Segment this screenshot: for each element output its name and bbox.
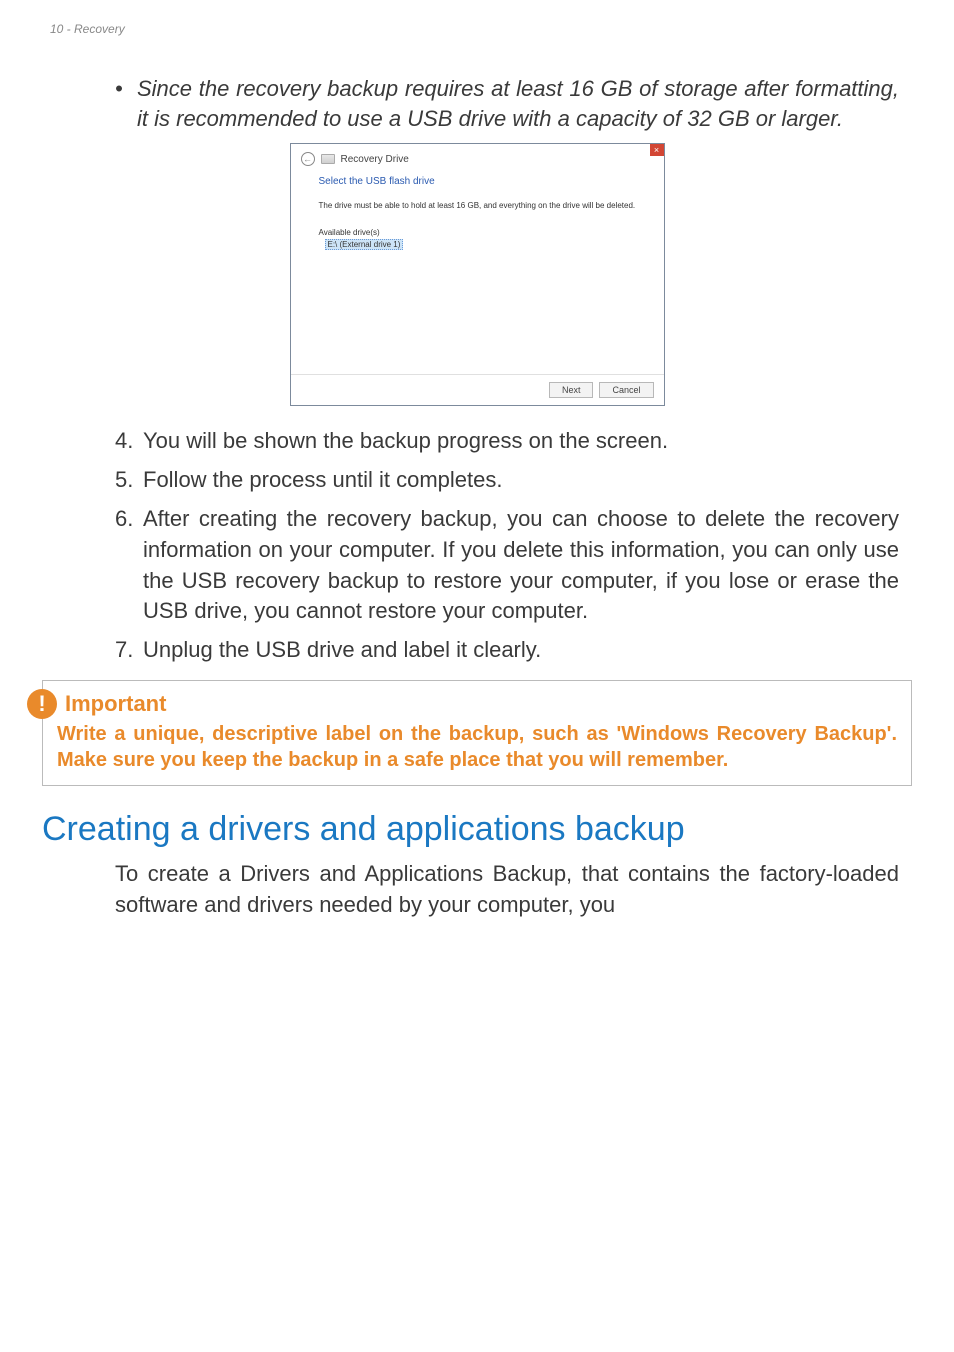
section-paragraph: To create a Drivers and Applications Bac…	[115, 859, 899, 921]
page-content: • Since the recovery backup requires at …	[0, 36, 954, 666]
exclamation-icon: !	[27, 689, 57, 719]
callout-title: Important	[65, 691, 166, 717]
list-item: 6. After creating the recovery backup, y…	[115, 504, 899, 627]
bullet-text: Since the recovery backup requires at le…	[137, 74, 899, 133]
callout-header: ! Important	[57, 689, 897, 719]
list-text: Unplug the USB drive and label it clearl…	[143, 635, 899, 666]
page-header: 10 - Recovery	[0, 0, 954, 36]
bullet-marker: •	[115, 74, 137, 133]
dialog-button-row: Next Cancel	[291, 374, 664, 405]
important-callout: ! Important Write a unique, descriptive …	[42, 680, 912, 786]
list-item: 4. You will be shown the backup progress…	[115, 426, 899, 457]
list-marker: 6.	[115, 504, 143, 627]
list-item: 5. Follow the process until it completes…	[115, 465, 899, 496]
available-drives-label: Available drive(s)	[319, 228, 636, 237]
dialog-titlebar: ← Recovery Drive	[291, 144, 664, 174]
screenshot-container: × ← Recovery Drive Select the USB flash …	[55, 143, 899, 406]
list-marker: 5.	[115, 465, 143, 496]
next-button[interactable]: Next	[549, 382, 594, 398]
recovery-drive-dialog: × ← Recovery Drive Select the USB flash …	[290, 143, 665, 406]
dialog-title: Recovery Drive	[341, 154, 409, 165]
list-item: 7. Unplug the USB drive and label it cle…	[115, 635, 899, 666]
callout-body: Write a unique, descriptive label on the…	[57, 721, 897, 773]
list-text: After creating the recovery backup, you …	[143, 504, 899, 627]
list-marker: 7.	[115, 635, 143, 666]
back-icon[interactable]: ←	[301, 152, 315, 166]
list-text: You will be shown the backup progress on…	[143, 426, 899, 457]
dialog-heading: Select the USB flash drive	[319, 176, 636, 187]
list-text: Follow the process until it completes.	[143, 465, 899, 496]
cancel-button[interactable]: Cancel	[599, 382, 653, 398]
list-marker: 4.	[115, 426, 143, 457]
bullet-item: • Since the recovery backup requires at …	[115, 74, 899, 133]
selected-drive-item[interactable]: E:\ (External drive 1)	[325, 239, 404, 250]
close-icon[interactable]: ×	[650, 144, 664, 156]
numbered-list: 4. You will be shown the backup progress…	[115, 426, 899, 666]
dialog-body: Select the USB flash drive The drive mus…	[291, 174, 664, 374]
dialog-message: The drive must be able to hold at least …	[319, 201, 636, 210]
drive-icon	[321, 154, 335, 164]
dialog-spacer	[319, 250, 636, 360]
section-heading: Creating a drivers and applications back…	[0, 810, 954, 849]
